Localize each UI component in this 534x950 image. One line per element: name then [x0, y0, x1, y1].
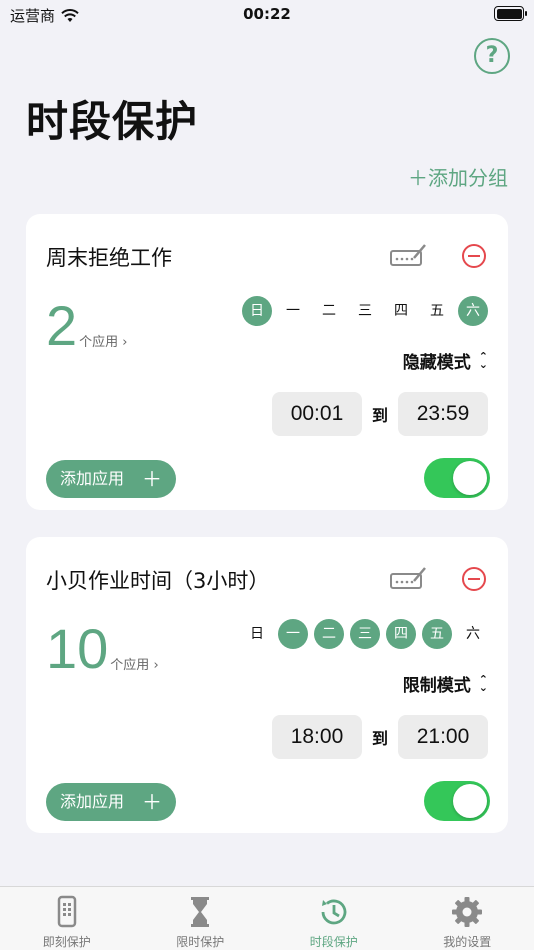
weekday-selector: 日 一 二 三 四 五 六 — [242, 619, 488, 649]
day-mon[interactable]: 一 — [278, 619, 308, 649]
remove-group-icon[interactable] — [462, 567, 486, 591]
end-time[interactable]: 21:00 — [398, 715, 488, 759]
add-app-button[interactable]: 添加应用 ＋ — [46, 783, 176, 821]
tab-instant-protect[interactable]: 即刻保护 — [0, 887, 134, 950]
group-enable-toggle[interactable] — [424, 781, 490, 821]
tab-timed-protect[interactable]: 限时保护 — [134, 887, 268, 950]
phone-icon — [57, 895, 76, 928]
start-time[interactable]: 18:00 — [271, 715, 362, 759]
mode-label: 隐藏模式 — [402, 353, 471, 373]
day-wed[interactable]: 三 — [350, 296, 380, 326]
group-card: 周末拒绝工作 2 个应用 › 日 一 二 三 四 五 六 隐藏模式 ⌃ ⌄ 00:… — [26, 214, 508, 510]
day-sat[interactable]: 六 — [458, 619, 488, 649]
group-title: 周末拒绝工作 — [46, 246, 172, 270]
mode-selector[interactable]: 隐藏模式 ⌃ ⌄ — [402, 348, 488, 374]
app-count-link[interactable]: 2 个应用 › — [46, 298, 128, 354]
time-separator: 到 — [371, 406, 388, 425]
remove-group-icon[interactable] — [462, 244, 486, 268]
help-button[interactable]: ? — [474, 38, 510, 74]
tab-label: 时段保护 — [309, 935, 358, 949]
tab-label: 限时保护 — [176, 935, 225, 949]
day-sun[interactable]: 日 — [242, 619, 272, 649]
edit-icon[interactable] — [390, 242, 428, 268]
page-title: 时段保护 — [26, 97, 199, 146]
clock-refresh-icon — [321, 899, 347, 925]
day-sat[interactable]: 六 — [458, 296, 488, 326]
group-enable-toggle[interactable] — [424, 458, 490, 498]
day-thu[interactable]: 四 — [386, 619, 416, 649]
start-time[interactable]: 00:01 — [271, 392, 362, 436]
app-count-number: 10 — [46, 617, 109, 680]
battery-icon — [494, 6, 527, 21]
chevron-updown-icon: ⌃ ⌄ — [478, 672, 488, 694]
tab-label: 即刻保护 — [42, 935, 91, 949]
tab-label: 我的设置 — [443, 935, 492, 949]
gear-icon — [452, 897, 483, 927]
group-title: 小贝作业时间（3小时） — [46, 569, 270, 593]
day-tue[interactable]: 二 — [314, 619, 344, 649]
app-count-unit: 个应用 › — [110, 658, 159, 673]
time-separator: 到 — [371, 729, 388, 748]
status-bar: 运营商 00:22 — [0, 0, 534, 30]
edit-icon[interactable] — [390, 565, 428, 591]
day-fri[interactable]: 五 — [422, 619, 452, 649]
time-range: 00:01 到 23:59 — [271, 392, 488, 436]
tab-my-settings[interactable]: 我的设置 — [401, 887, 534, 950]
add-group-button[interactable]: ＋添加分组 — [408, 162, 508, 191]
day-wed[interactable]: 三 — [350, 619, 380, 649]
app-count-number: 2 — [46, 294, 78, 357]
hourglass-icon — [191, 897, 210, 927]
status-time: 00:22 — [243, 5, 291, 23]
day-thu[interactable]: 四 — [386, 296, 416, 326]
group-card: 小贝作业时间（3小时） 10 个应用 › 日 一 二 三 四 五 六 限制模式 … — [26, 537, 508, 833]
tab-period-protect[interactable]: 时段保护 — [267, 887, 401, 950]
app-count-link[interactable]: 10 个应用 › — [46, 621, 159, 677]
add-app-button[interactable]: 添加应用 ＋ — [46, 460, 176, 498]
day-sun[interactable]: 日 — [242, 296, 272, 326]
day-mon[interactable]: 一 — [278, 296, 308, 326]
day-tue[interactable]: 二 — [314, 296, 344, 326]
plus-icon: ＋ — [142, 790, 162, 814]
time-range: 18:00 到 21:00 — [271, 715, 488, 759]
tab-bar: 即刻保护 限时保护 时段保护 我的设置 — [0, 886, 534, 950]
app-count-unit: 个应用 › — [79, 335, 128, 350]
mode-label: 限制模式 — [402, 676, 471, 696]
day-fri[interactable]: 五 — [422, 296, 452, 326]
end-time[interactable]: 23:59 — [398, 392, 488, 436]
chevron-updown-icon: ⌃ ⌄ — [478, 349, 488, 371]
plus-icon: ＋ — [142, 467, 162, 491]
mode-selector[interactable]: 限制模式 ⌃ ⌄ — [402, 671, 488, 697]
weekday-selector: 日 一 二 三 四 五 六 — [242, 296, 488, 326]
